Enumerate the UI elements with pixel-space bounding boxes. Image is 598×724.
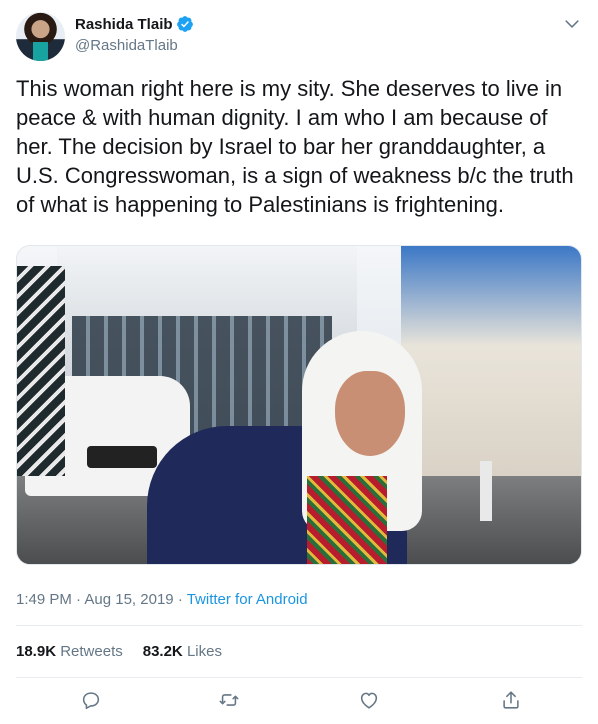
- like-button[interactable]: [354, 685, 384, 715]
- handle[interactable]: @RashidaTlaib: [75, 37, 194, 54]
- tweet-text: This woman right here is my sity. She de…: [16, 76, 574, 217]
- retweet-button[interactable]: [214, 685, 244, 715]
- retweets-stat[interactable]: 18.9K Retweets: [16, 643, 123, 660]
- reply-icon: [82, 692, 100, 710]
- tweet-card: Rashida Tlaib @RashidaTlaib This woman r…: [0, 0, 598, 724]
- tweet-time[interactable]: 1:49 PM: [16, 591, 72, 608]
- tweet-stats: 18.9K Retweets 83.2K Likes: [16, 643, 222, 660]
- author-names: Rashida Tlaib @RashidaTlaib: [75, 15, 194, 54]
- avatar[interactable]: [16, 12, 65, 61]
- share-icon: [503, 691, 519, 709]
- divider: [16, 677, 582, 678]
- meta-separator: ·: [177, 591, 183, 608]
- tweet-metadata: 1:49 PM · Aug 15, 2019 · Twitter for And…: [16, 591, 308, 608]
- heart-icon: [360, 692, 378, 709]
- display-name-text[interactable]: Rashida Tlaib: [75, 16, 173, 33]
- chevron-down-icon[interactable]: [562, 14, 582, 34]
- meta-separator: ·: [76, 591, 82, 608]
- retweets-label: Retweets: [60, 643, 123, 660]
- reply-button[interactable]: [76, 685, 106, 715]
- divider: [16, 625, 582, 626]
- share-button[interactable]: [496, 685, 526, 715]
- likes-count: 83.2K: [142, 643, 183, 660]
- retweet-icon: [219, 694, 239, 706]
- tweet-source-link[interactable]: Twitter for Android: [187, 591, 308, 608]
- likes-label: Likes: [186, 643, 222, 660]
- verified-badge-icon: [176, 16, 193, 32]
- tweet-photo[interactable]: [16, 245, 582, 565]
- likes-stat[interactable]: 83.2K Likes: [143, 643, 222, 660]
- tweet-header: Rashida Tlaib @RashidaTlaib: [16, 12, 582, 62]
- tweet-actions: [16, 685, 582, 715]
- tweet-date[interactable]: Aug 15, 2019: [84, 591, 173, 608]
- display-name[interactable]: Rashida Tlaib: [75, 15, 194, 33]
- retweets-count: 18.9K: [16, 643, 57, 660]
